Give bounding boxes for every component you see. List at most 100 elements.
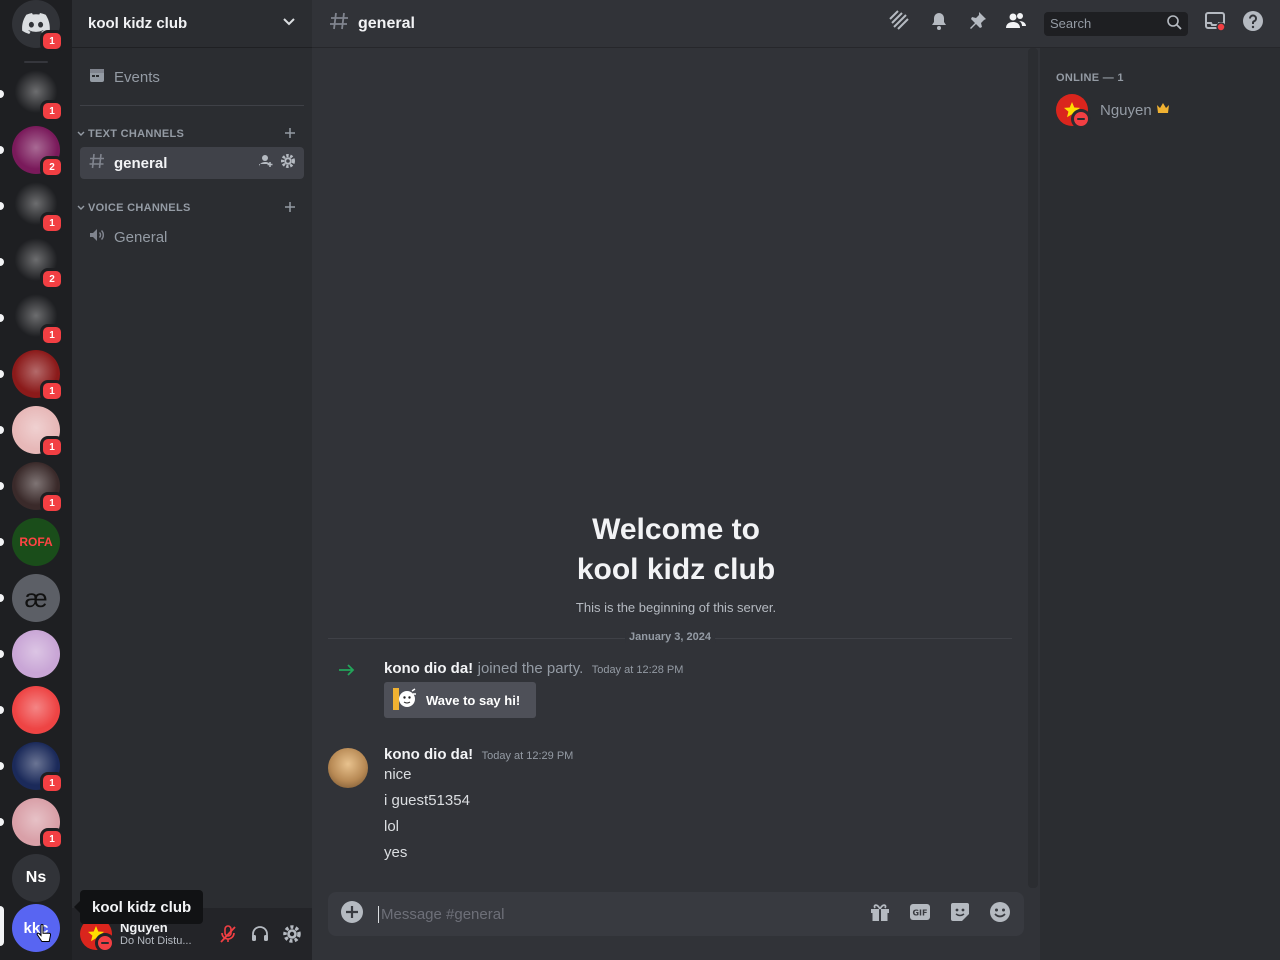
channel-name: General: [114, 228, 168, 246]
server-icon[interactable]: 1: [12, 294, 64, 346]
notification-badge: 1: [40, 324, 64, 346]
create-channel-icon[interactable]: [284, 201, 296, 216]
emoji-icon[interactable]: [988, 900, 1012, 929]
notification-badge: 1: [40, 380, 64, 402]
notification-badge: 1: [40, 492, 64, 514]
server-icon[interactable]: Ns: [12, 854, 60, 902]
join-text: joined the party.: [477, 660, 584, 677]
category-label: VOICE CHANNELS: [88, 202, 191, 214]
notification-badge: 1: [40, 212, 64, 234]
server-icon[interactable]: ROFA: [12, 518, 60, 566]
server-icon[interactable]: 1: [12, 70, 64, 122]
gear-icon[interactable]: [280, 153, 296, 173]
events-link[interactable]: Events: [88, 66, 160, 88]
server-icon[interactable]: 1: [12, 798, 64, 850]
server-icon-kool-kidz-club[interactable]: kkc: [12, 904, 60, 952]
notification-badge: 1: [40, 828, 64, 850]
text-channels-category[interactable]: TEXT CHANNELS: [76, 124, 308, 144]
server-icon[interactable]: 1: [12, 462, 64, 514]
server-icon[interactable]: [12, 630, 60, 678]
notification-badge: 1: [40, 30, 64, 52]
timestamp: Today at 12:28 PM: [591, 664, 684, 676]
chat-scrollbar[interactable]: [1028, 48, 1038, 888]
sticker-icon[interactable]: [948, 900, 972, 929]
server-icon[interactable]: 2: [12, 238, 64, 290]
server-icon[interactable]: æ: [12, 574, 60, 622]
wave-button[interactable]: Wave to say hi!: [384, 682, 537, 718]
add-attachment-icon[interactable]: [340, 900, 364, 929]
headphones-icon[interactable]: [248, 922, 272, 946]
timestamp: Today at 12:29 PM: [481, 750, 574, 762]
unread-indicator: [0, 650, 4, 658]
server-icon[interactable]: 2: [12, 126, 64, 178]
home-button[interactable]: 1: [12, 0, 64, 52]
server-icon[interactable]: 1: [12, 182, 64, 234]
unread-indicator: [0, 762, 4, 770]
bell-icon[interactable]: [928, 10, 950, 37]
server-icon[interactable]: 1: [12, 742, 64, 794]
message-author[interactable]: kono dio da!: [384, 660, 473, 677]
help-icon[interactable]: [1242, 10, 1264, 37]
unread-indicator: [0, 90, 4, 98]
svg-text:GIF: GIF: [912, 908, 927, 917]
welcome-block: Welcome to kool kidz club This is the be…: [328, 510, 1024, 615]
message-composer[interactable]: Message #general GIF: [328, 892, 1024, 936]
threads-icon[interactable]: [888, 9, 912, 38]
member-name: Nguyen: [1100, 101, 1152, 119]
date-divider: January 3, 2024: [328, 631, 1012, 643]
user-settings-gear-icon[interactable]: [280, 922, 304, 946]
unread-indicator: [0, 818, 4, 826]
dnd-status-icon: [1071, 109, 1091, 129]
message-line: yes: [384, 844, 408, 861]
channel-general[interactable]: general: [80, 147, 304, 179]
notification-badge: 1: [40, 772, 64, 794]
server-icon[interactable]: 1: [12, 406, 64, 458]
gift-icon[interactable]: [868, 900, 892, 929]
channel-title: general: [358, 14, 415, 32]
events-label: Events: [114, 68, 160, 86]
cursor-hand-icon: [36, 924, 52, 951]
message-line: nice: [384, 766, 412, 783]
avatar[interactable]: [328, 748, 368, 788]
gif-icon[interactable]: GIF: [908, 900, 932, 929]
welcome-subtitle: This is the beginning of this server.: [575, 600, 777, 615]
notification-badge: 2: [40, 156, 64, 178]
notification-badge: 1: [40, 436, 64, 458]
unread-indicator: [0, 146, 4, 154]
member-list: ONLINE — 1 Nguyen: [1040, 48, 1280, 960]
unread-indicator: [0, 202, 4, 210]
user-status: Do Not Distu...: [120, 935, 192, 948]
channel-name: general: [114, 154, 168, 172]
selected-indicator: [0, 906, 4, 946]
message-author[interactable]: kono dio da!: [384, 746, 473, 763]
notification-badge: 2: [40, 268, 64, 290]
server-header[interactable]: kool kidz club: [72, 0, 312, 48]
unread-indicator: [0, 258, 4, 266]
channel-sidebar: kool kidz club Events TEXT CHANNELS gene…: [72, 0, 312, 960]
pin-icon[interactable]: [966, 10, 988, 37]
online-header: ONLINE — 1: [1056, 72, 1124, 84]
mute-mic-icon[interactable]: [216, 922, 240, 946]
invite-member-icon[interactable]: [258, 153, 274, 173]
chevron-down-icon: [77, 205, 85, 210]
member-list-icon[interactable]: [1004, 10, 1028, 37]
avatar: [1056, 94, 1091, 129]
unread-indicator: [0, 706, 4, 714]
search-input[interactable]: Search: [1044, 11, 1188, 36]
hashtag-icon: [88, 152, 106, 174]
wave-sticker-icon: [392, 686, 418, 715]
chat-area: Welcome to kool kidz club This is the be…: [312, 48, 1040, 960]
message-input[interactable]: Message #general: [378, 905, 504, 923]
server-icon[interactable]: 1: [12, 350, 64, 402]
inbox-icon[interactable]: [1204, 10, 1226, 37]
server-avatar: ROFA: [12, 518, 60, 566]
member-item[interactable]: Nguyen: [1056, 94, 1170, 129]
create-channel-icon[interactable]: [284, 127, 296, 142]
chevron-down-icon: [77, 131, 85, 136]
server-tooltip: kool kidz club: [73, 890, 204, 924]
unread-indicator: [0, 314, 4, 322]
voice-channels-category[interactable]: VOICE CHANNELS: [76, 198, 308, 218]
server-icon[interactable]: [12, 686, 60, 734]
voice-channel-general[interactable]: General: [80, 221, 304, 253]
speaker-icon: [88, 226, 106, 248]
